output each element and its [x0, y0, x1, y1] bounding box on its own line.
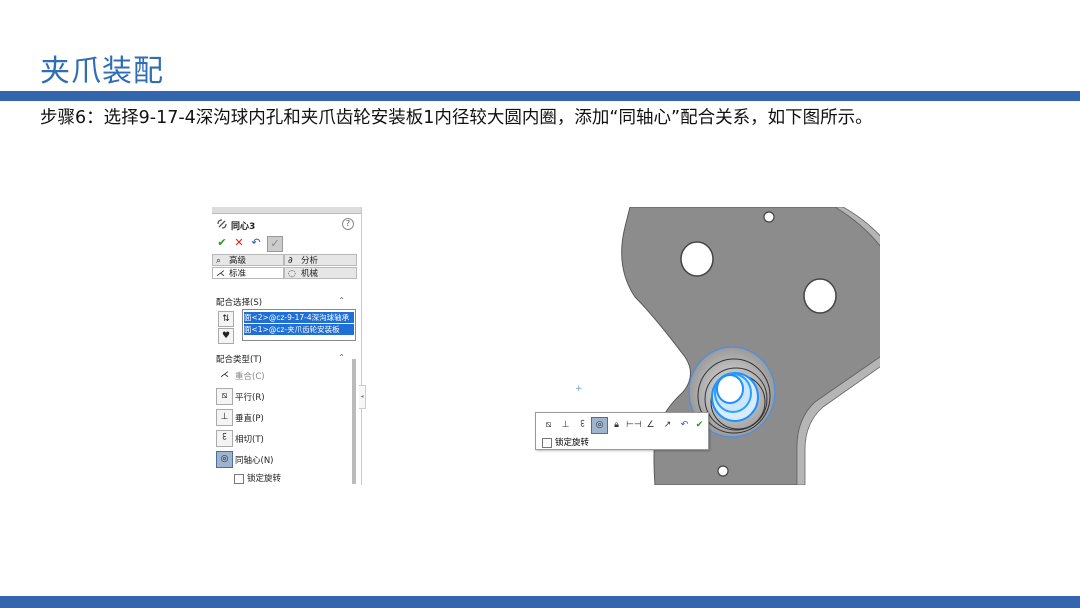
- standard-icon: ⋌: [216, 269, 225, 279]
- flip-icon[interactable]: ↗: [659, 417, 676, 434]
- mounting-hole: [680, 241, 714, 277]
- tab-standard[interactable]: ⋌ 标准: [212, 267, 284, 279]
- footer-bar: [0, 596, 1080, 608]
- small-hole: [763, 211, 775, 223]
- selection-section-header[interactable]: 配合选择(S): [216, 296, 262, 308]
- concentric-icon: ◎: [216, 451, 233, 468]
- tab-analysis[interactable]: ∂ 分析: [284, 254, 357, 266]
- mate-filter-icon[interactable]: ♥: [218, 328, 234, 344]
- collapse-icon[interactable]: ⌃: [338, 353, 345, 362]
- parallel-icon[interactable]: ⧅: [540, 417, 557, 434]
- advanced-icon: ⌕: [216, 256, 222, 266]
- cancel-icon[interactable]: ✕: [232, 236, 246, 250]
- step-instruction: 步骤6：选择9-17-4深沟球内孔和夹爪齿轮安装板1内径较大圆内圈，添加“同轴心…: [40, 108, 873, 128]
- tangent-icon[interactable]: ᢄ: [574, 417, 591, 434]
- undo-icon[interactable]: ↶: [249, 236, 263, 250]
- mechanical-icon: ◌: [288, 269, 296, 279]
- lock-icon[interactable]: 🔒︎: [608, 417, 625, 434]
- mate-icon: [216, 218, 228, 233]
- panel-splitter-handle[interactable]: ◂: [359, 385, 366, 409]
- selection-item[interactable]: 面<2>@cz-9-17-4深沟球轴承: [244, 312, 354, 323]
- small-hole: [717, 465, 729, 477]
- tab-mechanical[interactable]: ◌ 机械: [284, 267, 357, 279]
- angle-icon[interactable]: ∠: [642, 417, 659, 434]
- help-icon[interactable]: ?: [342, 218, 354, 230]
- ok-icon[interactable]: ✔: [691, 417, 708, 434]
- manager-tab-strip[interactable]: [212, 207, 361, 214]
- cursor-crosshair-icon: +: [575, 384, 583, 394]
- selection-list-icon[interactable]: ⇅: [218, 311, 234, 327]
- mounting-hole: [803, 278, 837, 314]
- selection-item[interactable]: 面<1>@cz-夹爪齿轮安装板: [244, 324, 354, 335]
- tangent-icon: ᢄ: [216, 430, 233, 447]
- lock-rotation-checkbox[interactable]: 锁定旋转: [542, 436, 589, 448]
- mate-popup-toolbar: ⧅ ⊥ ᢄ ◎ 🔒︎ ⊢⊣ ∠ ↗ ↶ ✔ 锁定旋转: [535, 412, 709, 450]
- checkbox-box[interactable]: [234, 473, 244, 484]
- distance-icon[interactable]: ⊢⊣: [625, 417, 642, 434]
- mate-type-section-header[interactable]: 配合类型(T): [216, 353, 262, 365]
- pin-icon[interactable]: ✓: [267, 236, 283, 252]
- tab-advanced[interactable]: ⌕ 高级: [212, 254, 284, 266]
- scrollbar[interactable]: [352, 359, 356, 484]
- perpendicular-icon: ⊥: [216, 409, 233, 426]
- title-divider-bar: [0, 91, 1080, 101]
- mate-title-row: 同心3 ?: [216, 218, 356, 232]
- checkbox-box[interactable]: [542, 437, 552, 448]
- concentric-icon[interactable]: ◎: [591, 417, 608, 434]
- slide-title: 夹爪装配: [40, 54, 164, 89]
- mate-property-manager: 同心3 ? ✔ ✕ ↶ ✓ ⌕ 高级 ∂ 分析 ⋌ 标准 ◌ 机械 配合选择(S) ⌃ …: [212, 207, 362, 485]
- coincident-icon: ⋌: [220, 370, 229, 380]
- collapse-icon[interactable]: ⌃: [338, 296, 345, 305]
- lock-rotation-checkbox[interactable]: 锁定旋转: [234, 472, 281, 484]
- parallel-icon: ⧅: [216, 388, 233, 405]
- mate-selections-box[interactable]: 面<2>@cz-9-17-4深沟球轴承 面<1>@cz-夹爪齿轮安装板: [242, 309, 356, 341]
- analysis-icon: ∂: [288, 256, 293, 266]
- mate-name: 同心3: [231, 222, 256, 232]
- ok-icon[interactable]: ✔: [215, 236, 229, 250]
- perpendicular-icon[interactable]: ⊥: [557, 417, 574, 434]
